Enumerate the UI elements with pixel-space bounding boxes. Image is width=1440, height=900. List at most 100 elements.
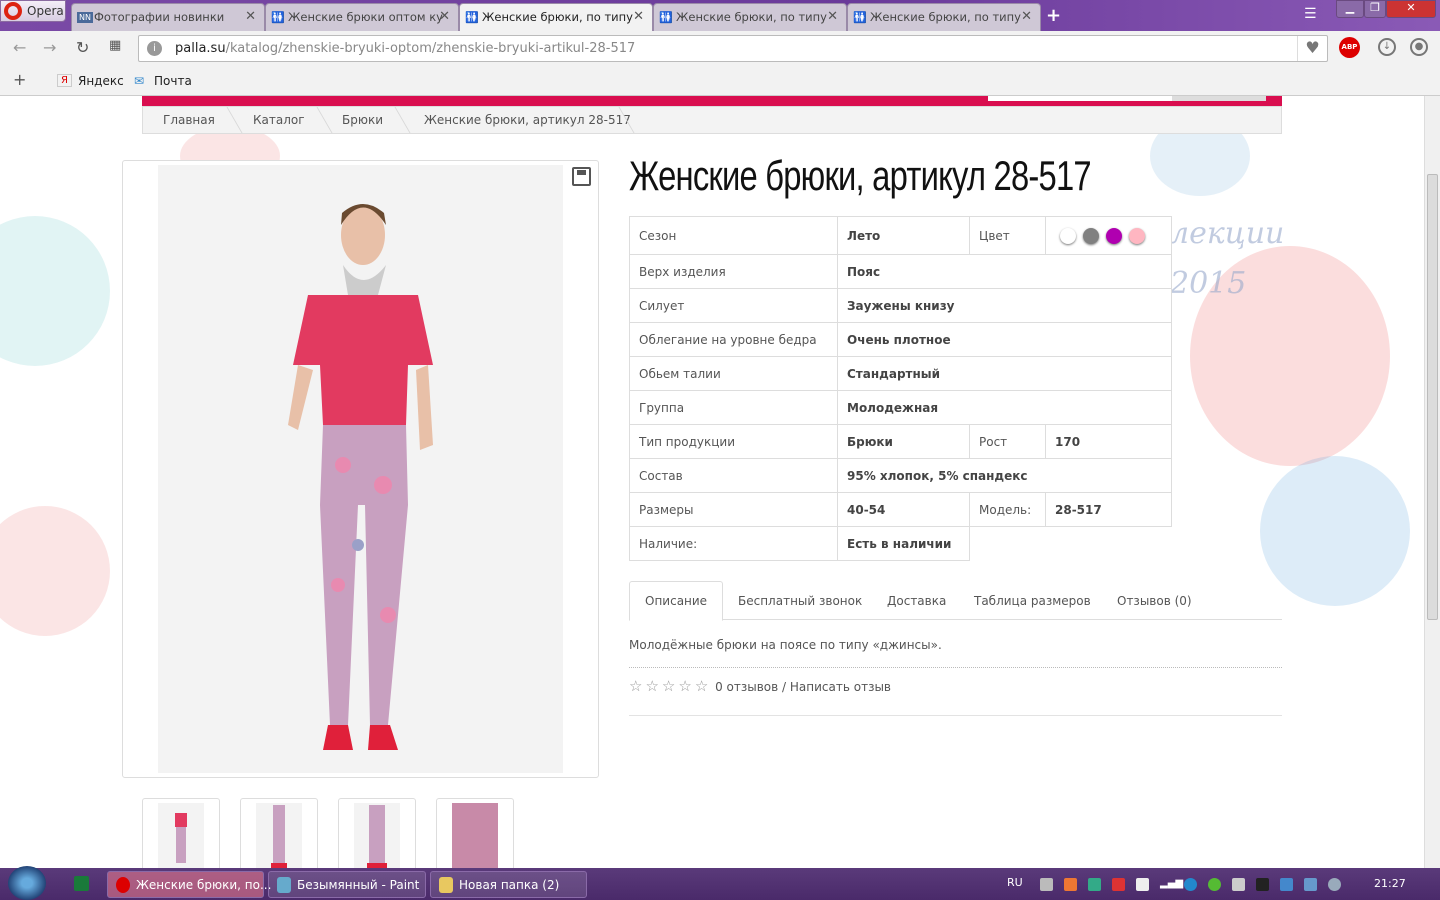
- watermark-text: 2015: [1170, 266, 1247, 301]
- tray-icon[interactable]: [1112, 878, 1125, 891]
- search-input[interactable]: [988, 96, 1172, 101]
- thumbnail[interactable]: [142, 798, 220, 868]
- browser-tab[interactable]: 🚻 Женские брюки, по типу ✕: [847, 3, 1041, 31]
- table-row: Верх изделия Пояс: [629, 254, 1172, 289]
- spec-value: 95% хлопок, 5% спандекс: [837, 458, 1172, 493]
- table-row: Группа Молодежная: [629, 390, 1172, 425]
- spec-label: Рост: [969, 424, 1046, 459]
- tab-strip: Opera NN Фотографии новинки ✕ 🚻 Женские брю…: [0, 0, 1440, 31]
- product-photo[interactable]: [158, 165, 563, 773]
- excel-icon[interactable]: [74, 876, 89, 891]
- utorrent-icon[interactable]: [1208, 878, 1221, 891]
- tray-icon[interactable]: [1184, 878, 1197, 891]
- site-favicon-icon: 🚻: [659, 11, 673, 24]
- spec-value: Заужены книзу: [837, 288, 1172, 323]
- bookmark-heart-icon[interactable]: ♥: [1297, 36, 1327, 61]
- reload-icon[interactable]: ↻: [76, 38, 89, 57]
- address-bar[interactable]: i palla.su/katalog/zhenskie-bryuki-optom…: [138, 35, 1328, 62]
- tray-icon[interactable]: [1280, 878, 1293, 891]
- browser-tab[interactable]: NN Фотографии новинки ✕: [71, 3, 265, 31]
- language-indicator[interactable]: RU: [1007, 876, 1023, 889]
- background-flower: [1260, 456, 1410, 606]
- tab-reviews[interactable]: Отзывов (0): [1117, 581, 1192, 620]
- breadcrumb-current: Женские брюки, артикул 28-517: [424, 113, 631, 127]
- tab-title: Фотографии новинки: [94, 10, 225, 24]
- tray-icon[interactable]: [1136, 878, 1149, 891]
- close-tab-icon[interactable]: ✕: [827, 9, 838, 24]
- minimize-button[interactable]: ▁: [1336, 0, 1364, 18]
- thumbnail[interactable]: [436, 798, 514, 868]
- yandex-icon: Я: [57, 74, 72, 87]
- tab-menu-icon[interactable]: ☰: [1304, 6, 1317, 22]
- browser-tab[interactable]: 🚻 Женские брюки оптом ку ✕: [265, 3, 459, 31]
- spec-label: Цвет: [969, 216, 1046, 255]
- site-favicon-icon: NN: [77, 12, 93, 23]
- breadcrumb-home[interactable]: Главная: [163, 113, 215, 127]
- taskbar-opera[interactable]: Женские брюки, по...: [107, 871, 271, 898]
- thumbnail[interactable]: [338, 798, 416, 868]
- signal-icon[interactable]: ▂▄▆: [1160, 878, 1183, 891]
- speed-dial-icon[interactable]: ▦: [109, 38, 121, 53]
- site-info-icon[interactable]: i: [147, 41, 162, 56]
- bookmark-mail[interactable]: Почта: [154, 74, 192, 88]
- scrollbar-thumb[interactable]: [1427, 174, 1438, 620]
- color-swatch-pink[interactable]: [1129, 227, 1145, 244]
- browser-tab-active[interactable]: 🚻 Женские брюки, по типу ✕: [459, 3, 653, 31]
- search-button[interactable]: [1172, 96, 1266, 101]
- background-flower: [0, 216, 110, 366]
- tray-icon[interactable]: [1328, 878, 1341, 891]
- taskbar-paint[interactable]: Безымянный - Paint: [268, 871, 426, 898]
- tray-icon[interactable]: [1040, 878, 1053, 891]
- tab-delivery[interactable]: Доставка: [887, 581, 946, 620]
- new-tab-button[interactable]: +: [1046, 5, 1061, 26]
- table-row: Состав 95% хлопок, 5% спандекс: [629, 458, 1172, 493]
- bookmark-yandex[interactable]: Яндекс: [78, 74, 124, 88]
- task-label: Новая папка (2): [459, 878, 560, 892]
- tab-free-call[interactable]: Бесплатный звонок: [738, 581, 862, 620]
- save-icon[interactable]: [572, 167, 591, 186]
- close-tab-icon[interactable]: ✕: [633, 9, 644, 24]
- close-tab-icon[interactable]: ✕: [1021, 9, 1032, 24]
- start-button[interactable]: [8, 866, 46, 900]
- color-swatch-purple[interactable]: [1106, 227, 1122, 244]
- clock[interactable]: 21:27: [1374, 877, 1406, 890]
- tab-size-table[interactable]: Таблица размеров: [974, 581, 1091, 620]
- tray-icon[interactable]: [1088, 878, 1101, 891]
- volume-icon[interactable]: [1232, 878, 1245, 891]
- adblock-icon[interactable]: ABP: [1339, 37, 1360, 58]
- spec-value: Очень плотное: [837, 322, 1172, 357]
- url-host: palla.su: [175, 41, 226, 56]
- navigation-toolbar: ← → ↻ ▦ i palla.su/katalog/zhenskie-bryu…: [0, 31, 1440, 65]
- spec-label: Обьем талии: [629, 356, 838, 391]
- task-label: Безымянный - Paint: [297, 878, 420, 892]
- write-review-link[interactable]: 0 отзывов / Написать отзыв: [715, 680, 891, 694]
- maximize-button[interactable]: ❐: [1364, 0, 1386, 18]
- spec-label: Модель:: [969, 492, 1046, 527]
- opera-logo-icon: [4, 2, 22, 20]
- account-icon[interactable]: ●: [1410, 38, 1428, 56]
- add-bookmark-icon[interactable]: +: [13, 70, 26, 89]
- close-tab-icon[interactable]: ✕: [439, 9, 450, 24]
- spec-label: Силует: [629, 288, 838, 323]
- back-icon[interactable]: ←: [13, 38, 26, 57]
- tray-icon[interactable]: [1256, 878, 1269, 891]
- paint-icon: [277, 877, 291, 893]
- opera-menu-button[interactable]: Opera: [0, 0, 66, 22]
- browser-tab[interactable]: 🚻 Женские брюки, по типу ✕: [653, 3, 847, 31]
- tray-icon[interactable]: [1064, 878, 1077, 891]
- spec-label: Сезон: [629, 216, 838, 255]
- color-swatch-white[interactable]: [1060, 227, 1076, 244]
- close-window-button[interactable]: ✕: [1386, 0, 1436, 18]
- thumbnail[interactable]: [240, 798, 318, 868]
- close-tab-icon[interactable]: ✕: [245, 9, 256, 24]
- spec-value: Стандартный: [837, 356, 1172, 391]
- tab-description[interactable]: Описание: [629, 581, 724, 621]
- breadcrumb-trousers[interactable]: Брюки: [342, 113, 383, 127]
- network-icon[interactable]: [1304, 878, 1317, 891]
- page-scrollbar[interactable]: [1424, 96, 1440, 868]
- taskbar-folder[interactable]: Новая папка (2): [430, 871, 587, 898]
- color-swatch-gray[interactable]: [1083, 227, 1099, 244]
- breadcrumb-catalog[interactable]: Каталог: [253, 113, 305, 127]
- download-icon[interactable]: ↓: [1378, 38, 1396, 56]
- forward-icon[interactable]: →: [43, 38, 56, 57]
